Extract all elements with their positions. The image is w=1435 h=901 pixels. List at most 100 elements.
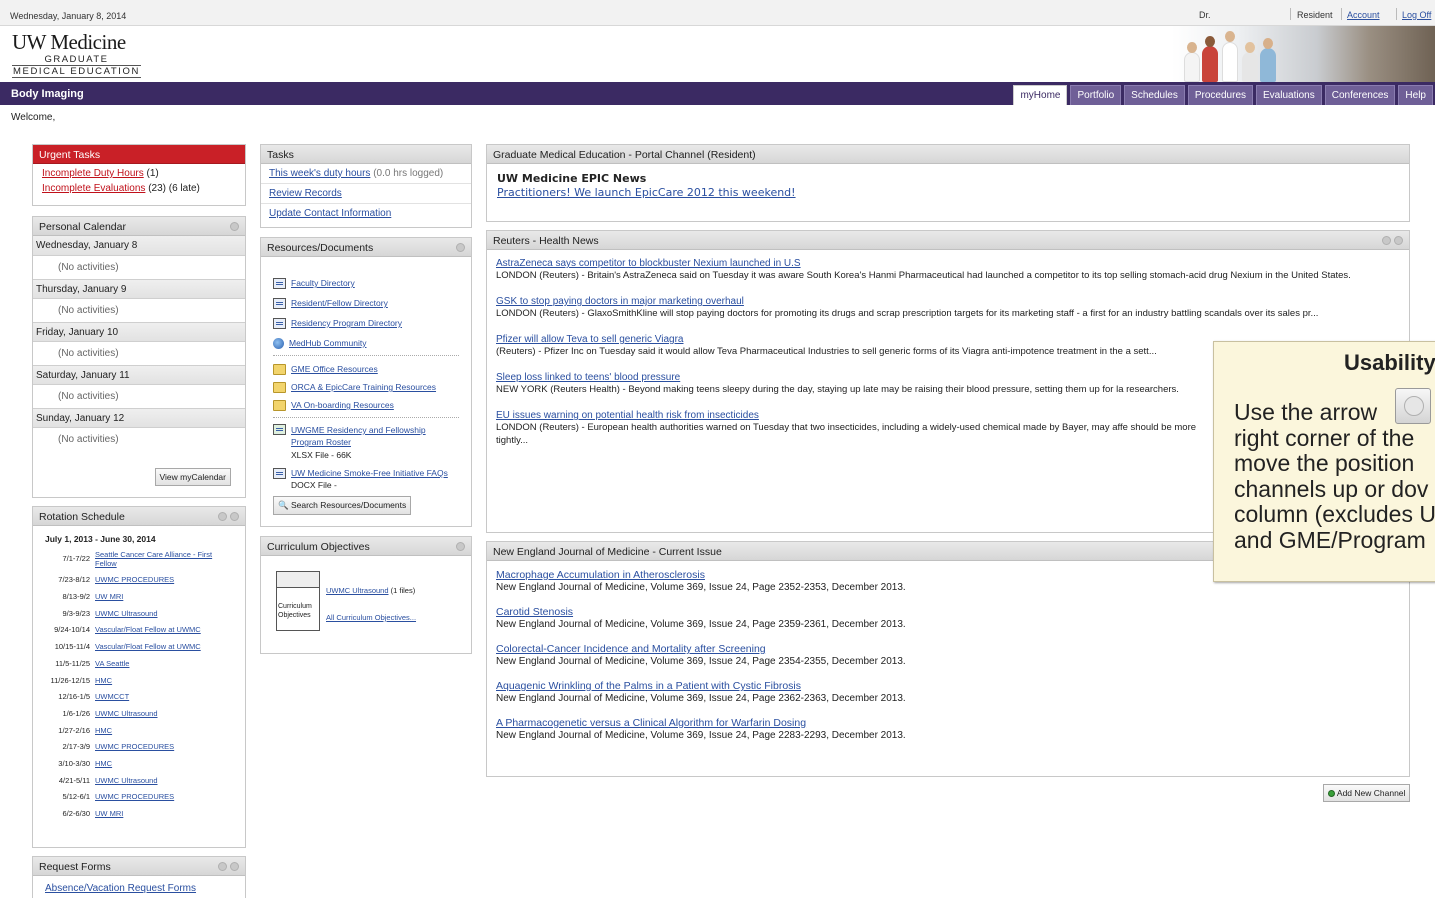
rotation-date: 7/1-7/22: [62, 554, 90, 564]
tab-conferences[interactable]: Conferences: [1324, 85, 1396, 105]
tip-line: right corner of the: [1234, 424, 1415, 451]
rotation-location-link[interactable]: HMC: [95, 726, 230, 736]
urgent-late-count: (6 late): [168, 183, 200, 194]
article-citation: New England Journal of Medicine, Volume …: [496, 693, 906, 704]
rotation-location-link[interactable]: UW MRI: [95, 809, 230, 819]
view-mycalendar-button[interactable]: View myCalendar: [154, 468, 231, 486]
collapse-arrow-icon[interactable]: [456, 542, 465, 551]
divider: [273, 417, 459, 418]
absence-vacation-request-link[interactable]: Absence/Vacation Request Forms: [45, 883, 196, 894]
rotation-location-link[interactable]: HMC: [95, 759, 230, 769]
weekly-duty-hours-link[interactable]: This week's duty hours: [269, 168, 370, 179]
curriculum-objectives-box[interactable]: Curriculum Objectives: [276, 571, 320, 631]
rotation-location-link[interactable]: HMC: [95, 676, 230, 686]
tab-help[interactable]: Help: [1398, 85, 1433, 105]
journal-article: Aquagenic Wrinkling of the Palms in a Pa…: [487, 680, 1409, 705]
rotation-schedule-title: Rotation Schedule: [33, 507, 245, 526]
smoke-free-faqs-link[interactable]: UW Medicine Smoke-Free Initiative FAQs: [291, 468, 448, 478]
personal-calendar-panel: Personal Calendar Wednesday, January 8 (…: [32, 216, 246, 498]
tab-myhome[interactable]: myHome: [1013, 85, 1068, 105]
uw-medicine-logo[interactable]: UW Medicine GRADUATE MEDICAL EDUCATION: [12, 30, 141, 78]
rotation-location-link[interactable]: Vascular/Float Fellow at UWMC: [95, 643, 230, 652]
tab-evaluations[interactable]: Evaluations: [1256, 85, 1322, 105]
rotation-location-link[interactable]: UWMC Ultrasound: [95, 609, 230, 619]
epic-news-headline: UW Medicine EPIC News: [497, 172, 647, 185]
rotation-date: 11/5-11/25: [55, 658, 90, 668]
article-title-link[interactable]: Colorectal-Cancer Incidence and Mortalit…: [496, 643, 1409, 655]
tab-procedures[interactable]: Procedures: [1187, 85, 1254, 105]
move-arrow-icon[interactable]: [218, 512, 227, 521]
collapse-arrow-icon[interactable]: [230, 222, 239, 231]
incomplete-evaluations-link[interactable]: Incomplete Evaluations: [42, 183, 145, 194]
rotation-location-link[interactable]: UWMC Ultrasound: [95, 709, 230, 719]
collapse-arrow-icon[interactable]: [456, 243, 465, 252]
rotation-date: 10/15-11/4: [54, 642, 90, 652]
rotation-location-link[interactable]: Seattle Cancer Care Alliance - First Fel…: [95, 550, 230, 568]
epiccare-launch-link[interactable]: Practitioners! We launch EpicCare 2012 t…: [497, 186, 1399, 199]
uwmc-ultrasound-objectives-link[interactable]: UWMC Ultrasound: [326, 586, 389, 595]
move-arrow-icon[interactable]: [218, 862, 227, 871]
resident-fellow-directory-link[interactable]: Resident/Fellow Directory: [291, 298, 388, 308]
article-title-link[interactable]: Aquagenic Wrinkling of the Palms in a Pa…: [496, 680, 1409, 692]
article-title-link[interactable]: A Pharmacogenetic versus a Clinical Algo…: [496, 717, 1409, 729]
logo-line-1: UW Medicine: [12, 30, 126, 54]
tab-schedules[interactable]: Schedules: [1124, 85, 1185, 105]
user-title: Dr.: [1199, 10, 1211, 20]
update-contact-link[interactable]: Update Contact Information: [269, 208, 391, 219]
rotation-date: 9/24-10/14: [54, 625, 90, 635]
add-new-channel-button[interactable]: Add New Channel: [1323, 784, 1411, 802]
divider: [1396, 8, 1397, 20]
rotation-location-link[interactable]: UWMC Ultrasound: [95, 776, 230, 786]
news-headline-link[interactable]: GSK to stop paying doctors in major mark…: [496, 296, 1409, 307]
calendar-note: (No activities): [58, 305, 119, 316]
news-summary: LONDON (Reuters) - European health autho…: [496, 422, 1197, 446]
medhub-community-link[interactable]: MedHub Community: [289, 338, 366, 348]
rotation-period: July 1, 2013 - June 30, 2014: [45, 534, 156, 544]
resource-item: Residency Program Directory: [261, 318, 471, 329]
divider: [1290, 8, 1291, 20]
rotation-location-link[interactable]: UWMCCT: [95, 693, 230, 702]
gme-office-resources-link[interactable]: GME Office Resources: [291, 364, 378, 374]
residency-program-directory-link[interactable]: Residency Program Directory: [291, 318, 402, 328]
rotation-location-link[interactable]: UWMC PROCEDURES: [95, 576, 230, 585]
collapse-arrow-icon[interactable]: [230, 512, 239, 521]
rotation-location-link[interactable]: UWMC PROCEDURES: [95, 743, 230, 752]
rotation-location-link[interactable]: UWMC PROCEDURES: [95, 793, 230, 802]
rotation-location-link[interactable]: Vascular/Float Fellow at UWMC: [95, 626, 230, 635]
orca-epiccare-training-link[interactable]: ORCA & EpicCare Training Resources: [291, 382, 436, 392]
all-curriculum-objectives-link[interactable]: All Curriculum Objectives...: [326, 613, 416, 622]
panel-title: Rotation Schedule: [39, 511, 125, 523]
article-title-link[interactable]: Carotid Stenosis: [496, 606, 1409, 618]
rotation-row: 1/27-2/16 HMC: [33, 726, 245, 736]
duty-hours-logged: (0.0 hrs logged): [373, 168, 444, 179]
resource-file: UWGME Residency and Fellowship Program R…: [261, 424, 471, 460]
rotation-row: 7/1-7/22 Seattle Cancer Care Alliance - F…: [33, 550, 245, 568]
banner-person: [1202, 46, 1218, 82]
tip-line: and GME/Program: [1234, 526, 1426, 553]
banner-person: [1260, 48, 1276, 82]
rotation-schedule-panel: Rotation Schedule July 1, 2013 - June 30…: [32, 506, 246, 848]
top-bar: Wednesday, January 8, 2014 Dr. Resident …: [0, 0, 1435, 26]
incomplete-duty-hours-link[interactable]: Incomplete Duty Hours: [42, 168, 144, 179]
account-link[interactable]: Account: [1347, 10, 1380, 20]
va-onboarding-link[interactable]: VA On-boarding Resources: [291, 400, 394, 410]
news-headline-link[interactable]: AstraZeneca says competitor to blockbust…: [496, 258, 1409, 269]
tip-line: move the position: [1234, 450, 1415, 476]
panel-title: Curriculum Objectives: [267, 541, 370, 553]
banner-person: [1242, 52, 1258, 82]
program-roster-link[interactable]: UWGME Residency and Fellowship Program R…: [291, 424, 451, 448]
collapse-arrow-icon[interactable]: [1394, 236, 1403, 245]
review-records-link[interactable]: Review Records: [269, 188, 342, 199]
rotation-location-link[interactable]: VA Seattle: [95, 659, 230, 669]
collapse-arrow-icon[interactable]: [230, 862, 239, 871]
search-resources-button[interactable]: 🔍 Search Resources/Documents: [273, 496, 412, 515]
tab-portfolio[interactable]: Portfolio: [1070, 85, 1122, 105]
faculty-directory-link[interactable]: Faculty Directory: [291, 278, 355, 288]
gme-channel-title: Graduate Medical Education - Portal Chan…: [487, 145, 1409, 164]
news-summary: LONDON (Reuters) - GlaxoSmithKline will …: [496, 308, 1319, 319]
banner-head: [1225, 31, 1235, 42]
move-arrow-icon[interactable]: [1382, 236, 1391, 245]
rotation-date: 1/6-1/26: [62, 708, 90, 718]
rotation-location-link[interactable]: UW MRI: [95, 593, 230, 602]
logout-link[interactable]: Log Off: [1402, 10, 1431, 20]
